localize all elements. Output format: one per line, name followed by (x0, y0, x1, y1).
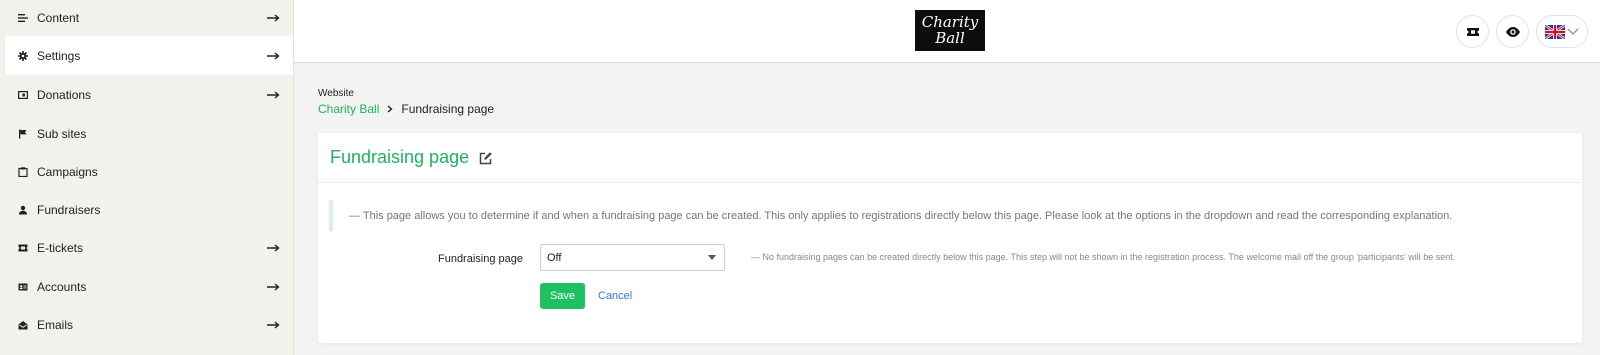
arrow-right-icon (267, 13, 281, 23)
sidebar-item-label: Accounts (37, 279, 87, 294)
sidebar-item-accounts[interactable]: Accounts (5, 267, 293, 306)
top-bar: Charity Ball (294, 0, 1600, 63)
sidebar-item-label: Donations (37, 87, 92, 102)
info-notice: — This page allows you to determine if a… (329, 200, 1452, 231)
save-button[interactable]: Save (540, 283, 585, 309)
sidebar-item-settings[interactable]: Settings (5, 36, 293, 75)
sidebar-item-campaigns[interactable]: Campaigns (5, 152, 293, 191)
logo-line-1: Charity (921, 13, 979, 31)
sidebar-item-label: E-tickets (37, 240, 84, 255)
option-explanation: — No fundraising pages can be created di… (751, 252, 1456, 262)
ticket-icon (18, 243, 28, 253)
uk-flag-icon (1545, 24, 1565, 39)
fundraising-page-select[interactable]: Off (540, 244, 725, 271)
breadcrumb-current: Fundraising page (401, 102, 495, 116)
eye-icon (1505, 26, 1520, 37)
breadcrumb-section: Website (318, 88, 354, 99)
sidebar-item-label: Content (37, 10, 80, 25)
language-selector[interactable] (1536, 15, 1588, 48)
wallet-icon (18, 90, 28, 100)
select-value: Off (547, 251, 562, 264)
sidebar-item-e-tickets[interactable]: E-tickets (5, 228, 293, 267)
logo-line-2: Ball (935, 29, 965, 47)
gear-icon (18, 50, 28, 61)
sidebar-item-label: Emails (37, 317, 74, 332)
flag-icon (18, 129, 28, 139)
sidebar: Content Settings Donations Sub sites Cam… (0, 0, 294, 355)
id-card-icon (18, 282, 28, 292)
fundraising-settings-card: Fundraising page — This page allows you … (318, 133, 1582, 343)
arrow-right-icon (267, 282, 281, 292)
cancel-link[interactable]: Cancel (598, 290, 632, 302)
arrow-right-icon (267, 90, 281, 100)
sidebar-item-label: Campaigns (37, 164, 98, 179)
sidebar-item-fundraisers[interactable]: Fundraisers (5, 190, 293, 229)
clipboard-icon (18, 166, 28, 177)
list-icon (18, 13, 28, 23)
edit-icon[interactable] (479, 151, 493, 165)
chevron-down-icon (1567, 27, 1579, 35)
sidebar-item-label: Fundraisers (37, 202, 101, 217)
ticket-button[interactable] (1456, 15, 1489, 48)
breadcrumb-link-charity-ball[interactable]: Charity Ball (318, 102, 379, 116)
sidebar-item-content[interactable]: Content (5, 0, 293, 37)
card-header: Fundraising page (318, 133, 1582, 183)
sidebar-item-label: Sub sites (37, 126, 87, 141)
ticket-icon (1466, 27, 1479, 36)
arrow-right-icon (267, 243, 281, 253)
arrow-right-icon (267, 51, 281, 61)
sidebar-item-sub-sites[interactable]: Sub sites (5, 114, 293, 153)
arrow-right-icon (267, 320, 281, 330)
charity-ball-logo[interactable]: Charity Ball (915, 10, 985, 51)
breadcrumb: Charity Ball Fundraising page (318, 102, 494, 116)
person-icon (18, 205, 28, 215)
envelope-open-icon (18, 320, 28, 330)
preview-button[interactable] (1496, 15, 1529, 48)
chevron-right-icon (386, 102, 394, 116)
sidebar-item-emails[interactable]: Emails (5, 305, 293, 344)
sidebar-item-label: Settings (37, 48, 81, 63)
page-title: Fundraising page (330, 147, 470, 167)
caret-down-icon (708, 255, 716, 260)
fundraising-page-label: Fundraising page (437, 253, 523, 265)
sidebar-item-donations[interactable]: Donations (5, 75, 293, 114)
